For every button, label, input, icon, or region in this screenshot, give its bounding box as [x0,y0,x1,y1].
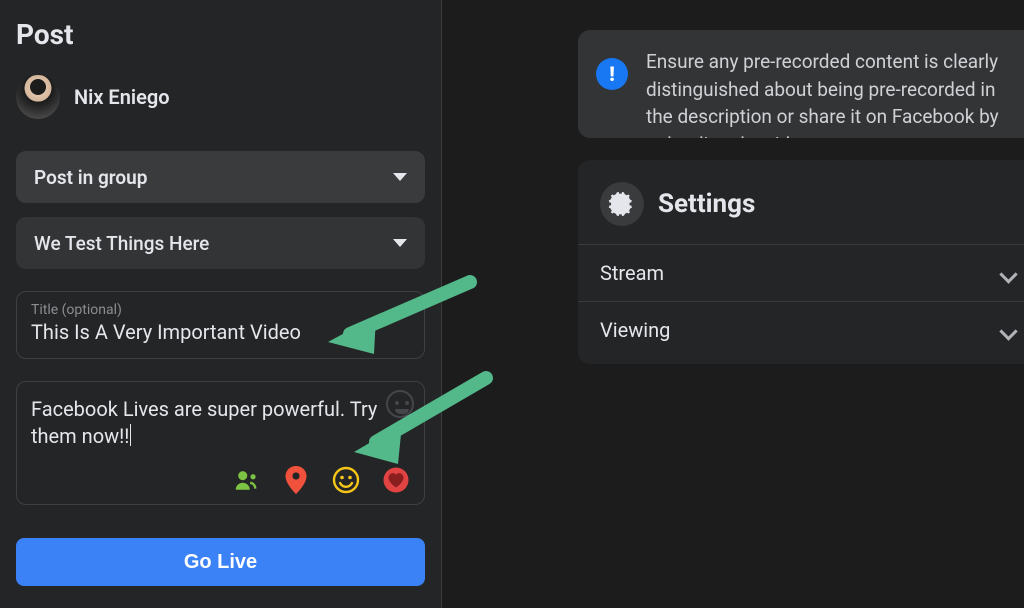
post-composer-panel: Post Nix Eniego Post in group We Test Th… [0,0,442,608]
title-field-value: This Is A Very Important Video [31,320,410,344]
settings-row-viewing[interactable]: Viewing [578,301,1024,358]
title-field-label: Title (optional) [31,302,410,318]
tag-people-icon[interactable] [232,466,260,494]
feeling-icon[interactable] [332,466,360,494]
settings-row-label: Stream [600,261,664,285]
chevron-down-icon [393,173,407,181]
go-live-button[interactable]: Go Live [16,538,425,586]
attachment-row [31,466,410,494]
info-banner-text: Ensure any pre-recorded content is clear… [646,48,1016,138]
chevron-down-icon [1000,265,1016,281]
audience-selector[interactable]: Post in group [16,151,425,203]
emoji-icon[interactable] [386,390,414,418]
settings-row-stream[interactable]: Stream [578,244,1024,301]
description-field-value: Facebook Lives are super powerful. Try t… [31,396,410,452]
audience-selector-label: Post in group [34,166,147,189]
title-field[interactable]: Title (optional) This Is A Very Importan… [16,291,425,359]
chevron-down-icon [1000,322,1016,338]
author-name: Nix Eniego [74,85,170,109]
group-selector[interactable]: We Test Things Here [16,217,425,269]
gear-icon [600,182,644,226]
avatar [16,75,60,119]
description-field[interactable]: Facebook Lives are super powerful. Try t… [16,381,425,505]
chevron-down-icon [393,239,407,247]
settings-title: Settings [658,189,755,219]
prerecorded-info-banner: ! Ensure any pre-recorded content is cle… [578,30,1024,138]
raise-money-icon[interactable] [382,466,410,494]
settings-card: Settings Stream Viewing [578,160,1024,364]
settings-row-label: Viewing [600,318,670,342]
panel-heading: Post [16,18,425,51]
info-icon: ! [596,58,628,90]
group-selector-label: We Test Things Here [34,232,209,255]
location-icon[interactable] [282,466,310,494]
author-row: Nix Eniego [16,75,425,119]
